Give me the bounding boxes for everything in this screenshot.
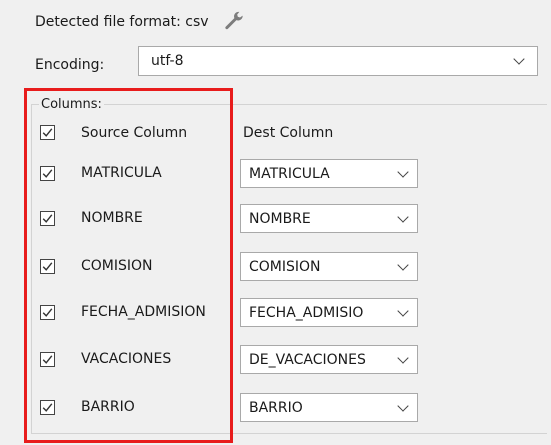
dest-value-comision: COMISION (249, 259, 321, 275)
detected-format-row: Detected file format: csv (35, 10, 245, 34)
chevron-down-icon (397, 352, 409, 364)
checkmark-icon (42, 262, 53, 271)
checkmark-icon (42, 169, 53, 178)
select-all-checkbox[interactable] (40, 125, 55, 140)
chevron-down-icon (397, 166, 409, 178)
row-checkbox-barrio[interactable] (40, 400, 55, 415)
checkmark-icon (42, 128, 53, 137)
source-column-matricula: MATRICULA (81, 165, 162, 181)
dest-select-fecha-admision[interactable]: FECHA_ADMISIO (240, 298, 418, 327)
chevron-down-icon (397, 211, 409, 223)
dest-value-fecha-admision: FECHA_ADMISIO (249, 305, 364, 321)
source-column-barrio: BARRIO (81, 399, 135, 415)
source-column-header: Source Column (81, 125, 188, 141)
chevron-down-icon (397, 305, 409, 317)
checkmark-icon (42, 308, 53, 317)
dest-select-nombre[interactable]: NOMBRE (240, 204, 418, 233)
row-checkbox-fecha-admision[interactable] (40, 305, 55, 320)
row-checkbox-matricula[interactable] (40, 166, 55, 181)
dest-value-vacaciones: DE_VACACIONES (249, 352, 366, 368)
row-checkbox-comision[interactable] (40, 259, 55, 274)
dest-value-matricula: MATRICULA (249, 166, 330, 182)
dest-select-vacaciones[interactable]: DE_VACACIONES (240, 345, 418, 374)
encoding-value: utf-8 (151, 53, 184, 69)
source-column-nombre: NOMBRE (81, 210, 143, 226)
columns-group-title: Columns: (39, 97, 104, 112)
chevron-down-icon (513, 53, 525, 65)
row-checkbox-vacaciones[interactable] (40, 352, 55, 367)
detected-format-label: Detected file format: csv (35, 14, 209, 30)
checkmark-icon (42, 214, 53, 223)
source-column-comision: COMISION (81, 258, 153, 274)
dest-value-nombre: NOMBRE (249, 211, 311, 227)
row-checkbox-nombre[interactable] (40, 211, 55, 226)
encoding-select[interactable]: utf-8 (138, 46, 538, 76)
chevron-down-icon (397, 400, 409, 412)
source-column-vacaciones: VACACIONES (81, 351, 172, 367)
encoding-label: Encoding: (35, 57, 105, 73)
dest-column-header: Dest Column (243, 125, 334, 141)
dest-select-matricula[interactable]: MATRICULA (240, 159, 418, 188)
dest-select-comision[interactable]: COMISION (240, 252, 418, 281)
wrench-icon[interactable] (223, 10, 245, 34)
checkmark-icon (42, 355, 53, 364)
checkmark-icon (42, 403, 53, 412)
import-dialog: Detected file format: csv Encoding: utf-… (0, 0, 551, 445)
dest-value-barrio: BARRIO (249, 400, 303, 416)
dest-select-barrio[interactable]: BARRIO (240, 393, 418, 422)
chevron-down-icon (397, 259, 409, 271)
source-column-fecha-admision: FECHA_ADMISION (81, 304, 206, 320)
